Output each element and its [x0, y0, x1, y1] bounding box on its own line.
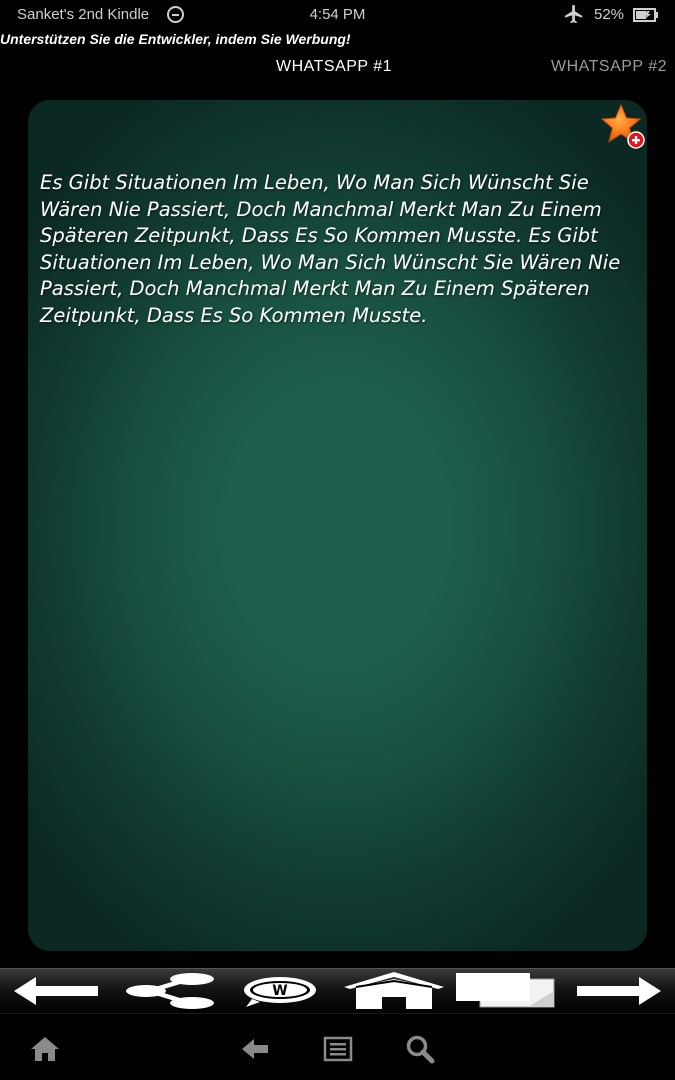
star-add-icon[interactable]	[599, 102, 647, 152]
back-icon[interactable]	[240, 1034, 272, 1064]
arrow-left-icon[interactable]	[10, 971, 102, 1011]
share-icon[interactable]	[122, 971, 218, 1011]
quote-text: Es Gibt Situationen Im Leben, Wo Man Sic…	[40, 171, 621, 327]
search-icon[interactable]	[404, 1034, 436, 1064]
system-nav-bar	[0, 1013, 675, 1080]
ad-banner-text[interactable]: Unterstützen Sie die Entwickler, indem S…	[0, 31, 351, 47]
airplane-icon	[564, 4, 583, 24]
home-icon[interactable]	[29, 1034, 61, 1064]
quote-card: Es Gibt Situationen Im Leben, Wo Man Sic…	[28, 100, 647, 951]
status-bar: Sanket's 2nd Kindle 4:54 PM 52%	[0, 0, 675, 30]
battery-icon	[633, 8, 658, 22]
action-bar: W	[0, 968, 675, 1012]
whatsapp-icon[interactable]: W	[240, 971, 320, 1011]
arrow-right-icon[interactable]	[573, 971, 665, 1011]
tab-whatsapp-1[interactable]: WHATSAPP #1	[276, 58, 392, 76]
tab-whatsapp-2[interactable]: WHATSAPP #2	[551, 58, 667, 76]
svg-text:W: W	[272, 983, 287, 999]
copy-icon[interactable]	[456, 971, 556, 1011]
battery-percentage: 52%	[594, 6, 625, 23]
home-icon[interactable]	[342, 971, 446, 1011]
menu-icon[interactable]	[322, 1034, 354, 1064]
